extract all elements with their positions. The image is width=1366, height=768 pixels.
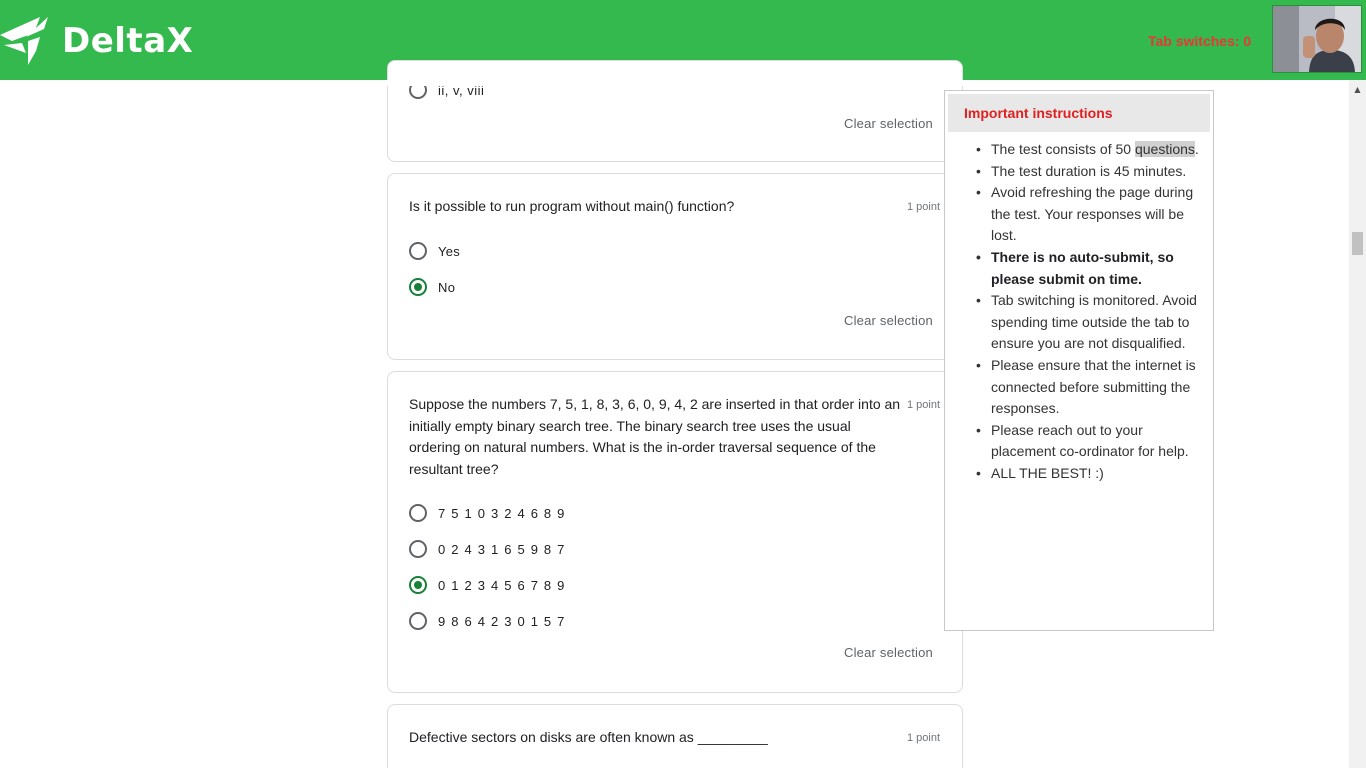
clear-selection-button[interactable]: Clear selection [844, 313, 933, 328]
scroll-up-arrow-icon[interactable]: ▲ [1349, 84, 1366, 96]
option-b[interactable]: 0 2 4 3 1 6 5 9 8 7 [409, 539, 566, 559]
instruction-item: Please ensure that the internet is conne… [973, 355, 1203, 420]
instruction-item: The test duration is 45 minutes. [973, 161, 1203, 183]
option-label: Yes [438, 243, 461, 259]
radio-button[interactable] [409, 504, 427, 522]
scroll-mask [387, 80, 963, 86]
instruction-item: ALL THE BEST! :) [973, 463, 1203, 485]
instructions-panel: Important instructions The test consists… [944, 90, 1214, 631]
question-card: Defective sectors on disks are often kno… [387, 704, 963, 768]
option-label: 7 5 1 0 3 2 4 6 8 9 [438, 505, 566, 521]
radio-button-selected[interactable] [409, 278, 427, 296]
instruction-item: Tab switching is monitored. Avoid spendi… [973, 290, 1203, 355]
deltax-logo: DeltaX [0, 15, 193, 67]
page-scrollbar[interactable]: ▲ [1349, 80, 1366, 768]
highlighted-text: questions [1134, 141, 1195, 157]
question-card: Suppose the numbers 7, 5, 1, 8, 3, 6, 0,… [387, 371, 963, 693]
webcam-preview [1272, 5, 1362, 73]
radio-button[interactable] [409, 612, 427, 630]
instruction-item: Please reach out to your placement co-or… [973, 420, 1203, 463]
option-a[interactable]: 7 5 1 0 3 2 4 6 8 9 [409, 503, 566, 523]
instructions-header: Important instructions [948, 94, 1210, 132]
option-label: No [438, 279, 456, 295]
option-c[interactable]: 0 1 2 3 4 5 6 7 8 9 [409, 575, 566, 595]
scrollbar-thumb[interactable] [1352, 232, 1363, 255]
logo-text: DeltaX [62, 21, 194, 61]
option-label: 9 8 6 4 2 3 0 1 5 7 [438, 613, 566, 629]
question-card: Is it possible to run program without ma… [387, 173, 963, 360]
radio-button[interactable] [409, 242, 427, 260]
radio-button-selected[interactable] [409, 576, 427, 594]
radio-button[interactable] [409, 540, 427, 558]
option-label: 0 1 2 3 4 5 6 7 8 9 [438, 577, 566, 593]
question-points: 1 point [906, 732, 940, 744]
option-label: 0 2 4 3 1 6 5 9 8 7 [438, 541, 566, 557]
question-text: Suppose the numbers 7, 5, 1, 8, 3, 6, 0,… [409, 396, 901, 477]
instructions-title: Important instructions [964, 105, 1113, 121]
option-d[interactable]: 9 8 6 4 2 3 0 1 5 7 [409, 611, 566, 631]
question-card-partial: ii, v, viii Clear selection [387, 60, 963, 162]
question-text: Is it possible to run program without ma… [409, 198, 735, 214]
option-no[interactable]: No [409, 277, 455, 297]
instruction-item: The test consists of 50 questions. [973, 139, 1203, 161]
question-points: 1 point [906, 399, 940, 411]
instruction-item-bold: There is no auto-submit, so please submi… [973, 247, 1203, 290]
instructions-list: The test consists of 50 questions. The t… [973, 139, 1203, 485]
tab-switches-counter: Tab switches: 0 [1148, 33, 1252, 49]
clear-selection-button[interactable]: Clear selection [844, 116, 933, 131]
option-yes[interactable]: Yes [409, 241, 460, 261]
clear-selection-button[interactable]: Clear selection [844, 645, 933, 660]
deltax-logo-icon [0, 17, 48, 65]
question-text: Defective sectors on disks are often kno… [409, 729, 768, 745]
question-points: 1 point [906, 201, 940, 213]
instruction-item: Avoid refreshing the page during the tes… [973, 182, 1203, 247]
